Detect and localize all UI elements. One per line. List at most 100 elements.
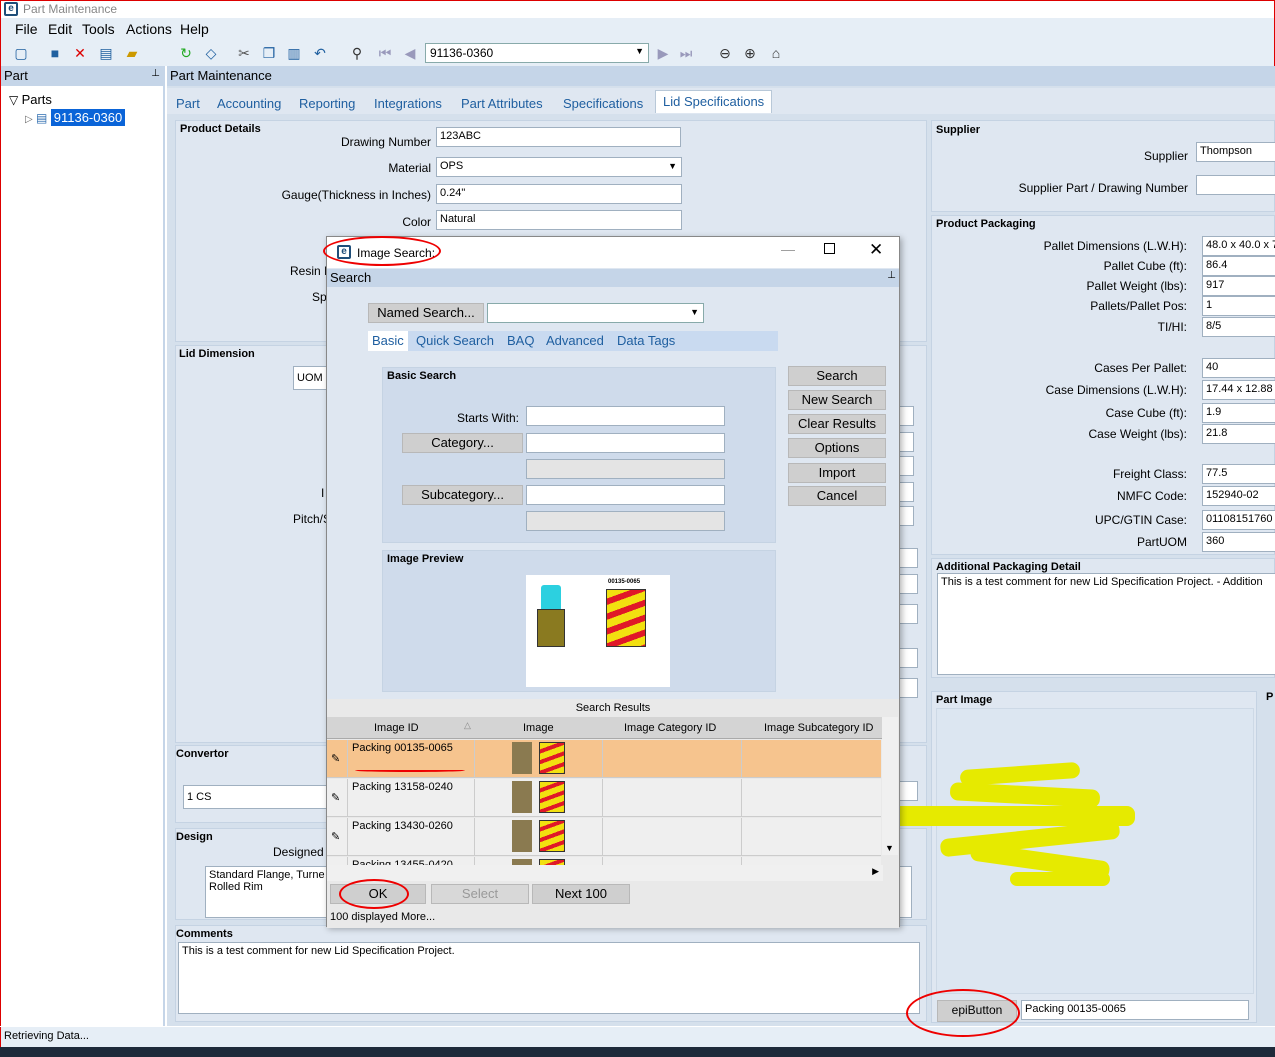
tab-part[interactable]: Part	[176, 96, 200, 111]
clear-results-button[interactable]: Clear Results	[788, 414, 886, 434]
supplier-part-field[interactable]	[1196, 175, 1275, 195]
prev-icon[interactable]: ◀	[402, 45, 418, 61]
minimize-icon[interactable]: —	[781, 241, 795, 257]
menu-actions[interactable]: Actions	[126, 21, 172, 37]
packaging-value[interactable]: 01108151760	[1202, 510, 1275, 530]
table-row[interactable]: ✎ Packing 13158-0240	[327, 779, 881, 817]
convertor-field[interactable]: 1 CS	[183, 785, 333, 809]
tree-root[interactable]: ▽ Parts	[9, 92, 52, 107]
lid-field-2[interactable]	[898, 432, 914, 452]
menu-help[interactable]: Help	[180, 21, 209, 37]
material-select[interactable]: OPS ▼	[436, 157, 682, 177]
scroll-right-icon[interactable]: ▶	[872, 866, 879, 877]
cut-icon[interactable]: ✂	[236, 45, 252, 61]
new-search-button[interactable]: New Search	[788, 390, 886, 410]
lid-field-10[interactable]	[898, 678, 918, 698]
lid-field-8[interactable]	[898, 604, 918, 624]
category-button[interactable]: Category...	[402, 433, 523, 453]
tab-data-tags[interactable]: Data Tags	[617, 333, 675, 348]
menu-file[interactable]: File	[15, 21, 38, 37]
lid-field-7[interactable]	[898, 574, 918, 594]
options-button[interactable]: Options	[788, 438, 886, 458]
packaging-value[interactable]: 86.4	[1202, 256, 1275, 276]
new-icon[interactable]: ▢	[13, 45, 29, 61]
table-row[interactable]: ✎Packing 13455-0420	[327, 857, 881, 865]
packaging-value[interactable]: 48.0 x 40.0 x 7	[1202, 236, 1275, 256]
starts-with-field[interactable]	[526, 406, 725, 426]
drawing-number-field[interactable]: 123ABC	[436, 127, 681, 147]
tab-quick-search[interactable]: Quick Search	[416, 333, 494, 348]
refresh-icon[interactable]: ↻	[178, 45, 194, 61]
delete-icon[interactable]: ✕	[72, 45, 88, 61]
tab-part-attributes[interactable]: Part Attributes	[461, 96, 543, 111]
packaging-value[interactable]: 8/5	[1202, 317, 1275, 337]
lid-field-1[interactable]	[898, 406, 914, 426]
close-icon[interactable]: ✕	[869, 240, 883, 260]
color-field[interactable]: Natural	[436, 210, 682, 230]
first-icon[interactable]: ⏮	[377, 45, 393, 61]
lid-field-9[interactable]	[898, 648, 918, 668]
part-combo[interactable]: 91136-0360 ▼	[425, 43, 649, 63]
subcategory-field[interactable]	[526, 485, 725, 505]
tab-baq[interactable]: BAQ	[507, 333, 534, 348]
paste-icon[interactable]: ▥	[286, 45, 302, 61]
table-row[interactable]: ✎ Packing 13430-0260	[327, 818, 881, 856]
forward-icon[interactable]: ⊕	[742, 45, 758, 61]
import-button[interactable]: Import	[788, 463, 886, 483]
tab-specifications[interactable]: Specifications	[563, 96, 643, 111]
lid-field-6[interactable]	[898, 548, 918, 568]
subcategory-button[interactable]: Subcategory...	[402, 485, 523, 505]
comments-field[interactable]: This is a test comment for new Lid Speci…	[178, 942, 920, 1014]
pin-icon[interactable]: ⊥	[887, 270, 896, 281]
category-field[interactable]	[526, 433, 725, 453]
lid-field-3[interactable]	[898, 456, 914, 476]
undo-icon[interactable]: ↶	[312, 45, 328, 61]
named-search-combo[interactable]: ▼	[487, 303, 704, 323]
scroll-down-icon[interactable]: ▼	[885, 843, 894, 853]
packaging-value[interactable]: 917	[1202, 276, 1275, 296]
packaging-value[interactable]: 1.9	[1202, 403, 1275, 423]
packaging-value[interactable]: 40	[1202, 358, 1275, 378]
menu-tools[interactable]: Tools	[82, 21, 115, 37]
tab-accounting[interactable]: Accounting	[217, 96, 281, 111]
next-icon[interactable]: ▶	[655, 45, 671, 61]
design-notes[interactable]: Standard Flange, Turne Rolled Rim	[205, 866, 335, 918]
maximize-icon[interactable]	[824, 243, 835, 254]
folder-icon[interactable]: ▰	[124, 45, 140, 61]
packaging-value[interactable]: 360	[1202, 532, 1275, 552]
supplier-field[interactable]: Thompson	[1196, 142, 1275, 162]
tree-node[interactable]: ▷ ▤ 91136-0360	[25, 109, 126, 126]
gauge-field[interactable]: 0.24"	[436, 184, 682, 204]
tab-advanced[interactable]: Advanced	[546, 333, 604, 348]
next-100-button[interactable]: Next 100	[532, 884, 630, 904]
additional-field[interactable]: This is a test comment for new Lid Speci…	[937, 573, 1275, 675]
pin-icon[interactable]: ⊥	[151, 68, 160, 79]
packaging-value[interactable]: 77.5	[1202, 464, 1275, 484]
part-image-field[interactable]: Packing 00135-0065	[1021, 1000, 1249, 1020]
binoculars-icon[interactable]: ⚲	[349, 45, 365, 61]
cancel-button[interactable]: Cancel	[788, 486, 886, 506]
menu-edit[interactable]: Edit	[48, 21, 72, 37]
packaging-value[interactable]: 21.8	[1202, 424, 1275, 444]
save-icon[interactable]: ■	[47, 45, 63, 61]
packaging-value[interactable]: 152940-02	[1202, 486, 1275, 506]
horizontal-scrollbar[interactable]: ▶	[327, 865, 883, 881]
eraser-icon[interactable]: ◇	[203, 45, 219, 61]
copy-icon[interactable]: ❐	[261, 45, 277, 61]
book-icon[interactable]: ▤	[98, 45, 114, 61]
select-button[interactable]: Select	[431, 884, 529, 904]
tab-basic[interactable]: Basic	[368, 331, 408, 351]
last-icon[interactable]: ⏭	[678, 45, 694, 61]
tab-integrations[interactable]: Integrations	[374, 96, 442, 111]
table-row[interactable]: ✎ Packing 00135-0065	[327, 740, 881, 778]
tab-reporting[interactable]: Reporting	[299, 96, 355, 111]
back-icon[interactable]: ⊖	[717, 45, 733, 61]
named-search-button[interactable]: Named Search...	[368, 303, 484, 323]
lid-field-4[interactable]	[898, 482, 914, 502]
vertical-scrollbar[interactable]: ▼	[882, 717, 898, 855]
packaging-value[interactable]: 1	[1202, 296, 1275, 316]
packaging-value[interactable]: 17.44 x 12.88	[1202, 380, 1275, 400]
home-icon[interactable]: ⌂	[768, 45, 784, 61]
lid-field-5[interactable]	[898, 506, 914, 526]
search-button[interactable]: Search	[788, 366, 886, 386]
